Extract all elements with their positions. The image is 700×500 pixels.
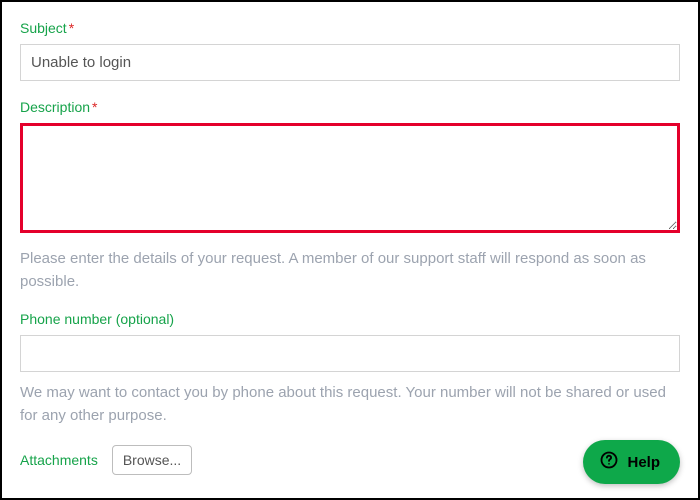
help-icon (599, 450, 619, 474)
phone-hint: We may want to contact you by phone abou… (20, 382, 680, 427)
attachments-label: Attachments (20, 452, 98, 468)
subject-input[interactable] (20, 44, 680, 81)
browse-button[interactable]: Browse... (112, 445, 192, 475)
help-widget-button[interactable]: Help (583, 440, 680, 484)
subject-label-text: Subject (20, 20, 67, 36)
subject-label: Subject* (20, 20, 680, 36)
description-field: Description* Please enter the details of… (20, 99, 680, 293)
description-textarea[interactable] (20, 123, 680, 233)
description-hint: Please enter the details of your request… (20, 248, 680, 293)
help-widget-label: Help (627, 454, 660, 471)
phone-field: Phone number (optional) We may want to c… (20, 311, 680, 427)
subject-field: Subject* (20, 20, 680, 81)
required-mark: * (92, 99, 97, 115)
description-label-text: Description (20, 99, 90, 115)
phone-input[interactable] (20, 335, 680, 372)
attachments-field: Attachments Browse... (20, 445, 680, 475)
description-label: Description* (20, 99, 680, 115)
phone-label: Phone number (optional) (20, 311, 680, 327)
support-form: Subject* Description* Please enter the d… (0, 0, 700, 500)
required-mark: * (69, 20, 74, 36)
